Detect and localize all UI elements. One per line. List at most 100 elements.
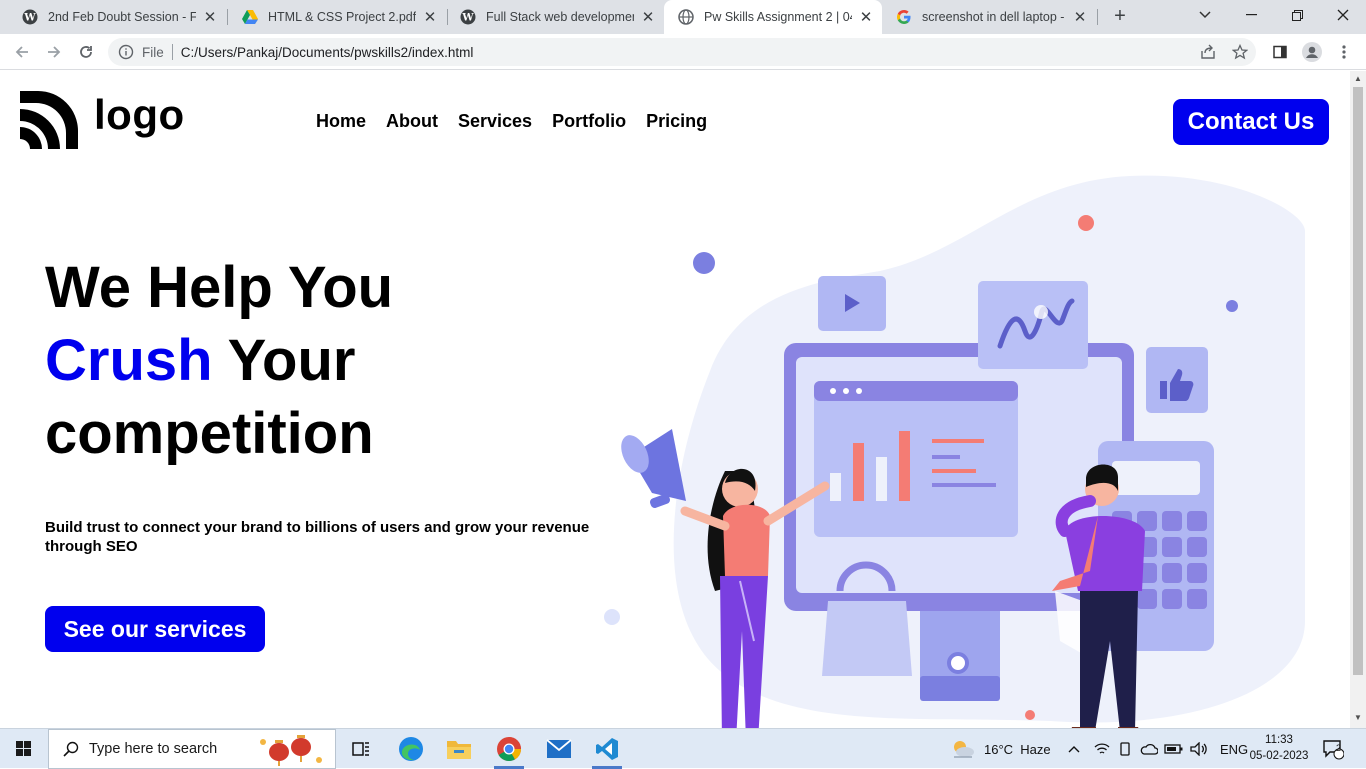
svg-text:W: W — [23, 13, 36, 24]
forward-button[interactable] — [42, 40, 66, 64]
headline-line-2-rest: Your — [212, 328, 356, 393]
star-icon — [1232, 44, 1248, 60]
close-icon[interactable]: ✕ — [1072, 8, 1088, 26]
dot — [693, 252, 715, 274]
web-page: logo Home About Services Portfolio Prici… — [0, 71, 1350, 728]
volume-icon[interactable] — [1190, 742, 1208, 756]
url-text[interactable]: C:/Users/Pankaj/Documents/pwskills2/inde… — [181, 45, 474, 60]
tab-full-stack[interactable]: W Full Stack web development ✕ — [446, 0, 664, 34]
wordpress-icon: W — [22, 9, 38, 25]
info-icon[interactable] — [118, 44, 134, 60]
weather-text: 16°C Haze — [984, 741, 1051, 757]
tab-title: HTML & CSS Project 2.pdf - G — [268, 10, 416, 24]
windows-start-icon[interactable] — [8, 737, 36, 761]
avatar-icon — [1302, 42, 1322, 62]
main-nav: Home About Services Portfolio Pricing — [316, 111, 707, 132]
address-bar[interactable]: File C:/Users/Pankaj/Documents/pwskills2… — [108, 38, 1256, 66]
tab-search-button[interactable] — [1182, 0, 1228, 30]
tab-divider — [1097, 9, 1098, 25]
battery-icon[interactable] — [1164, 743, 1184, 755]
power-button — [947, 652, 969, 674]
menu-button[interactable] — [1332, 40, 1356, 64]
arrow-left-icon — [15, 46, 28, 58]
notification-count: 2 — [1336, 743, 1342, 753]
chevron-down-icon — [1199, 11, 1211, 19]
address-divider — [171, 44, 173, 60]
scroll-up-icon[interactable]: ▲ — [1354, 74, 1362, 83]
minimize-icon — [1245, 14, 1257, 16]
hero-illustration — [604, 175, 1305, 728]
vscode-app-button[interactable] — [584, 729, 630, 769]
nav-pricing[interactable]: Pricing — [646, 111, 707, 132]
dot — [1078, 215, 1094, 231]
nav-portfolio[interactable]: Portfolio — [552, 111, 626, 132]
contact-us-button[interactable]: Contact Us — [1173, 99, 1329, 145]
nav-home[interactable]: Home — [316, 111, 366, 132]
onedrive-icon[interactable] — [1140, 743, 1158, 755]
close-window-button[interactable] — [1320, 0, 1366, 30]
scheme-label: File — [142, 44, 164, 60]
logo-mark-icon[interactable] — [20, 91, 78, 149]
new-tab-button[interactable]: + — [1108, 5, 1132, 29]
task-view-icon — [352, 742, 369, 756]
side-panel-button[interactable] — [1268, 40, 1292, 64]
see-our-services-button[interactable]: See our services — [45, 606, 265, 652]
bar — [876, 457, 887, 501]
nav-services[interactable]: Services — [458, 111, 532, 132]
headline-line-1: We Help You — [45, 255, 394, 320]
tab-title: 2nd Feb Doubt Session - Full — [48, 10, 196, 24]
logo-text[interactable]: logo — [94, 91, 185, 139]
dot — [1226, 300, 1238, 312]
scrollbar-thumb[interactable] — [1353, 87, 1363, 675]
restore-button[interactable] — [1274, 0, 1320, 30]
reload-button[interactable] — [74, 40, 98, 64]
kebab-menu-icon — [1342, 45, 1346, 59]
chrome-app-button[interactable] — [486, 729, 532, 769]
analytics-window — [814, 381, 1018, 537]
notification-center-button[interactable]: 2 — [1322, 729, 1344, 769]
share-icon — [1201, 44, 1215, 59]
device-icon[interactable] — [1118, 741, 1132, 757]
close-icon[interactable]: ✕ — [858, 8, 874, 26]
bar — [899, 431, 910, 501]
bar — [830, 473, 841, 501]
profile-button[interactable] — [1300, 40, 1324, 64]
weather-widget[interactable]: 16°C Haze — [950, 729, 1051, 769]
taskbar-search-box[interactable]: Type here to search — [48, 729, 336, 769]
megaphone-icon — [621, 429, 686, 508]
minimize-button[interactable] — [1228, 0, 1274, 30]
edge-app-button[interactable] — [388, 729, 434, 769]
wordpress-icon: W — [460, 9, 476, 25]
tab-title: screenshot in dell laptop - Go — [922, 10, 1066, 24]
scroll-down-icon[interactable]: ▼ — [1354, 713, 1362, 722]
system-tray-icons: ENG — [1068, 729, 1248, 769]
tab-pw-skills-assignment[interactable]: Pw Skills Assignment 2 | 04/0 ✕ — [664, 0, 882, 34]
task-view-button[interactable] — [338, 729, 384, 769]
close-icon[interactable]: ✕ — [202, 8, 218, 26]
bar — [853, 443, 864, 501]
wifi-icon[interactable] — [1094, 742, 1110, 756]
tab-google-search[interactable]: screenshot in dell laptop - Go ✕ — [882, 0, 1096, 34]
close-icon[interactable]: ✕ — [422, 8, 438, 26]
tab-doubt-session[interactable]: W 2nd Feb Doubt Session - Full ✕ — [8, 0, 226, 34]
lantern-decoration-icon — [260, 735, 322, 766]
language-indicator[interactable]: ENG — [1220, 742, 1248, 757]
page-scrollbar[interactable]: ▲ ▼ — [1350, 71, 1366, 728]
system-clock[interactable]: 11:33 05-02-2023 — [1246, 732, 1312, 764]
restore-icon — [1291, 9, 1303, 21]
back-button[interactable] — [10, 40, 34, 64]
weather-haze-icon — [954, 741, 974, 758]
mail-app-button[interactable] — [536, 729, 582, 769]
tab-html-css-project[interactable]: HTML & CSS Project 2.pdf - G ✕ — [228, 0, 446, 34]
file-explorer-button[interactable] — [436, 729, 482, 769]
hero-description: Build trust to connect your brand to bil… — [45, 519, 590, 555]
dot — [604, 609, 620, 625]
close-icon[interactable]: ✕ — [640, 8, 656, 26]
nav-about[interactable]: About — [386, 111, 438, 132]
share-button[interactable] — [1196, 40, 1220, 64]
bookmark-button[interactable] — [1228, 40, 1252, 64]
reload-icon — [80, 46, 92, 58]
chevron-up-icon[interactable] — [1068, 745, 1080, 753]
mail-icon — [546, 739, 572, 758]
headline-line-2: Crush Your — [45, 324, 393, 397]
